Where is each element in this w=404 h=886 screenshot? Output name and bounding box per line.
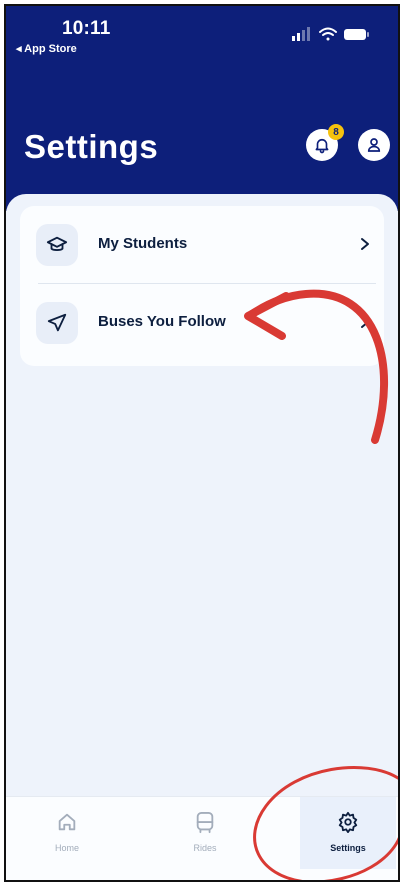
notification-badge: 8	[328, 124, 344, 140]
tab-label: Home	[54, 843, 79, 853]
back-to-app-store-link[interactable]: ◂ App Store	[16, 42, 77, 55]
row-label: My Students	[98, 235, 188, 252]
tab-settings[interactable]: Settings	[300, 797, 396, 869]
tab-bar: Home Rides Settings	[6, 796, 398, 880]
graduation-cap-icon	[46, 236, 68, 251]
row-icon-container	[36, 224, 78, 266]
gear-icon	[338, 811, 358, 833]
home-icon	[58, 813, 76, 831]
status-bar: 10:11 ◂ App Store	[6, 6, 398, 62]
bus-icon	[196, 812, 214, 834]
tab-rides[interactable]: Rides	[150, 797, 260, 869]
status-icons	[292, 27, 369, 41]
row-icon-container	[36, 302, 78, 344]
chevron-right-icon	[361, 238, 369, 250]
battery-icon	[344, 29, 369, 40]
phone-screen: 10:11 ◂ App Store Settings 8 My Students…	[4, 4, 400, 882]
navigation-arrow-icon	[47, 313, 67, 332]
wifi-icon	[319, 27, 337, 41]
profile-button[interactable]	[358, 129, 390, 161]
status-time: 10:11	[62, 18, 111, 39]
settings-card: My Students Buses You Follow	[20, 206, 384, 366]
page-title: Settings	[24, 128, 159, 165]
app-header: 10:11 ◂ App Store Settings 8	[6, 6, 398, 211]
settings-row-buses-you-follow[interactable]: Buses You Follow	[20, 284, 384, 362]
tab-label: Rides	[193, 843, 217, 853]
tab-home[interactable]: Home	[12, 797, 122, 869]
tab-label: Settings	[330, 843, 366, 853]
settings-panel: My Students Buses You Follow	[6, 194, 398, 834]
settings-row-my-students[interactable]: My Students	[20, 206, 384, 284]
signal-icon	[292, 27, 310, 41]
chevron-right-icon	[361, 316, 369, 328]
row-label: Buses You Follow	[98, 313, 226, 330]
bell-icon	[315, 138, 329, 154]
user-icon	[367, 138, 381, 152]
